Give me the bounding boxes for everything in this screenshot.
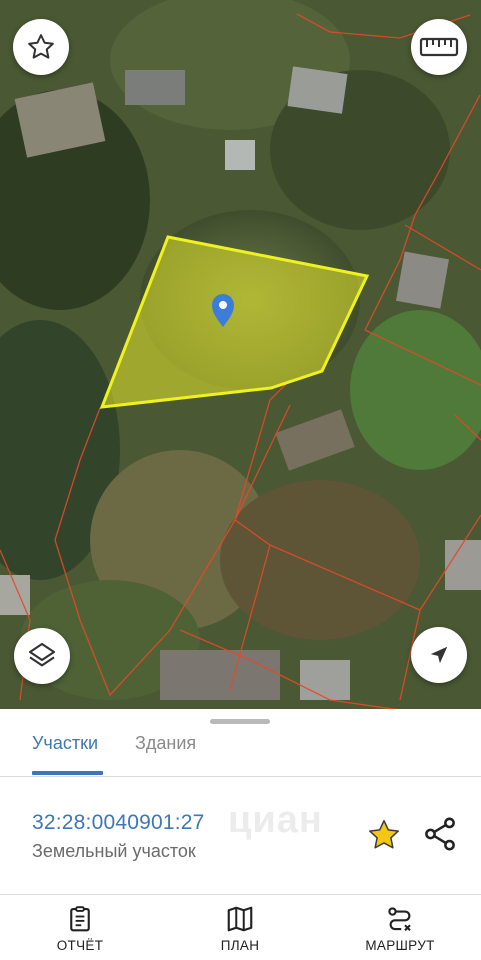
sheet-drag-handle[interactable] (210, 719, 270, 724)
satellite-imagery (0, 0, 481, 710)
watermark-logo: циан (228, 799, 323, 841)
share-icon[interactable] (421, 815, 459, 853)
navigation-arrow-icon (430, 646, 448, 664)
nav-report-label: ОТЧЁТ (56, 938, 104, 953)
my-location-button[interactable] (411, 627, 467, 683)
favorite-button[interactable] (13, 19, 69, 75)
bottom-sheet: Участки Здания циан 32:28:0040901:27 Зем… (0, 709, 481, 960)
active-tab-indicator (32, 771, 103, 775)
ruler-icon (419, 37, 459, 57)
nav-report[interactable]: ОТЧЁТ (15, 896, 145, 960)
nav-route-label: МАРШРУТ (365, 938, 435, 953)
star-icon[interactable] (366, 817, 402, 853)
parcel-type: Земельный участок (32, 841, 196, 861)
bottom-navigation: ОТЧЁТ ПЛАН МАРШРУТ (0, 896, 481, 960)
layers-button[interactable] (14, 628, 70, 684)
cadastral-number[interactable]: 32:28:0040901:27 (32, 811, 205, 835)
clipboard-icon (70, 906, 90, 932)
measure-button[interactable] (411, 19, 467, 75)
nav-plan[interactable]: ПЛАН (175, 896, 305, 960)
route-icon (388, 907, 411, 932)
map-icon (227, 906, 253, 932)
tab-buildings[interactable]: Здания (135, 733, 196, 773)
tab-parcels[interactable]: Участки (32, 733, 98, 773)
tab-bar: Участки Здания (0, 727, 481, 777)
nav-plan-label: ПЛАН (220, 938, 260, 953)
parcel-card[interactable]: циан 32:28:0040901:27 Земельный участок (0, 779, 481, 895)
layers-icon (28, 642, 56, 667)
map-view[interactable] (0, 0, 481, 710)
nav-route[interactable]: МАРШРУТ (335, 896, 465, 960)
star-outline-icon (28, 34, 54, 59)
